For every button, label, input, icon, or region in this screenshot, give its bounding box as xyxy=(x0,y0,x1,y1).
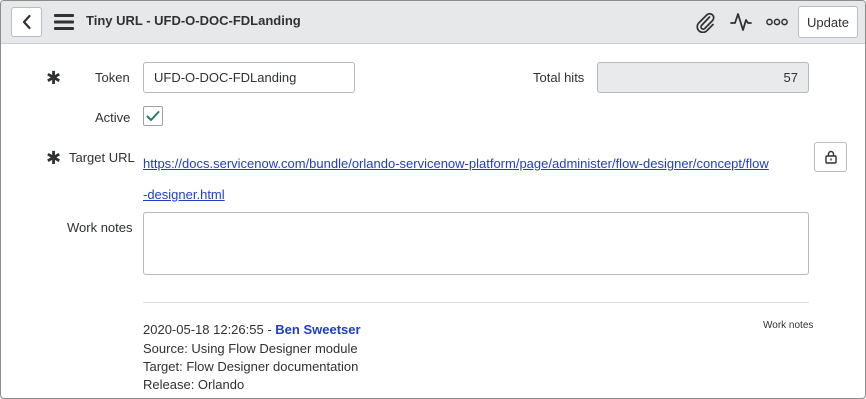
back-icon xyxy=(22,14,31,30)
token-input[interactable] xyxy=(143,62,355,93)
activity-line: Target: Flow Designer documentation xyxy=(143,359,359,374)
activity-timestamp: 2020-05-18 12:26:55 xyxy=(143,322,264,337)
activity-line: Release: Orlando xyxy=(143,377,245,392)
activity-entry-header: 2020-05-18 12:26:55 - Ben Sweetser xyxy=(143,322,361,337)
target-url-link[interactable]: https://docs.servicenow.com/bundle/orlan… xyxy=(143,148,773,210)
more-options-icon[interactable] xyxy=(766,11,788,33)
token-label: Token xyxy=(95,70,130,85)
page-title: Tiny URL - UFD-O-DOC-FDLanding xyxy=(86,13,301,28)
hamburger-menu-icon[interactable] xyxy=(54,13,74,31)
activity-line: Source: Using Flow Designer module xyxy=(143,341,358,356)
total-hits-field: 57 xyxy=(597,62,809,93)
form-header: Tiny URL - UFD-O-DOC-FDLanding Update xyxy=(1,1,865,44)
activity-pulse-icon[interactable] xyxy=(730,11,752,33)
active-checkbox[interactable] xyxy=(143,106,163,126)
work-notes-label: Work notes xyxy=(67,220,133,235)
unlock-icon xyxy=(824,150,837,164)
activity-separator: - xyxy=(263,322,276,337)
activity-type-label: Work notes xyxy=(763,320,814,331)
checkmark-icon xyxy=(146,111,160,121)
total-hits-label: Total hits xyxy=(533,70,585,85)
target-url-label: Target URL xyxy=(69,150,135,165)
paperclip-icon[interactable] xyxy=(693,11,717,33)
form-window: Tiny URL - UFD-O-DOC-FDLanding Update ✱ … xyxy=(0,0,866,399)
back-button[interactable] xyxy=(11,7,42,37)
update-button[interactable]: Update xyxy=(798,6,858,38)
activity-divider xyxy=(143,302,809,303)
work-notes-textarea[interactable] xyxy=(143,212,809,275)
activity-author-link[interactable]: Ben Sweetser xyxy=(275,322,360,337)
required-asterisk-icon: ✱ xyxy=(46,68,62,88)
unlock-button[interactable] xyxy=(814,142,847,172)
required-asterisk-icon: ✱ xyxy=(46,148,62,168)
active-label: Active xyxy=(95,110,131,125)
